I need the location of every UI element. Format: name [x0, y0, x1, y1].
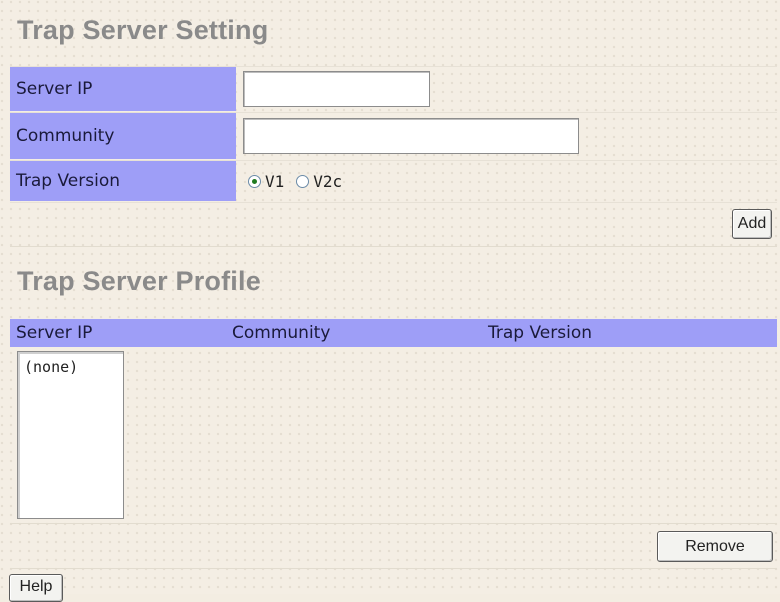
- community-label: Community: [10, 113, 236, 159]
- profile-table-header: Server IP Community Trap Version: [10, 319, 777, 347]
- profile-divider: [10, 523, 777, 524]
- community-cell: [238, 113, 777, 159]
- trap-server-page: Trap Server Setting Server IP Community …: [0, 0, 780, 602]
- trap-version-v1-label[interactable]: V1: [265, 172, 284, 191]
- column-trap-version: Trap Version: [488, 323, 593, 343]
- add-button[interactable]: Add: [732, 209, 772, 239]
- remove-button[interactable]: Remove: [657, 531, 773, 562]
- trap-version-cell: V1 V2c: [238, 161, 777, 201]
- server-ip-input[interactable]: [243, 71, 430, 107]
- section-divider: [10, 246, 777, 247]
- list-item[interactable]: (none): [18, 352, 123, 376]
- server-ip-cell: [238, 67, 777, 111]
- trap-server-profile-title: Trap Server Profile: [17, 266, 261, 296]
- column-community: Community: [232, 323, 331, 343]
- trap-version-v1-radio[interactable]: [248, 175, 261, 188]
- trap-version-radio-group: V1 V2c: [248, 172, 354, 191]
- trap-version-label: Trap Version: [10, 161, 236, 201]
- column-server-ip: Server IP: [16, 323, 93, 343]
- trap-version-v2c-radio[interactable]: [296, 175, 310, 188]
- trap-server-listbox[interactable]: (none): [17, 351, 124, 519]
- server-ip-row: Server IP: [10, 66, 777, 111]
- trap-version-row: Trap Version V1 V2c: [10, 160, 777, 201]
- trap-version-v2c-label[interactable]: V2c: [313, 172, 342, 191]
- help-button[interactable]: Help: [9, 574, 63, 602]
- footer-divider: [10, 568, 777, 569]
- community-input[interactable]: [243, 118, 579, 154]
- community-row: Community: [10, 112, 777, 159]
- trap-server-setting-title: Trap Server Setting: [17, 15, 269, 45]
- server-ip-label: Server IP: [10, 67, 236, 111]
- add-row: Add: [10, 202, 777, 247]
